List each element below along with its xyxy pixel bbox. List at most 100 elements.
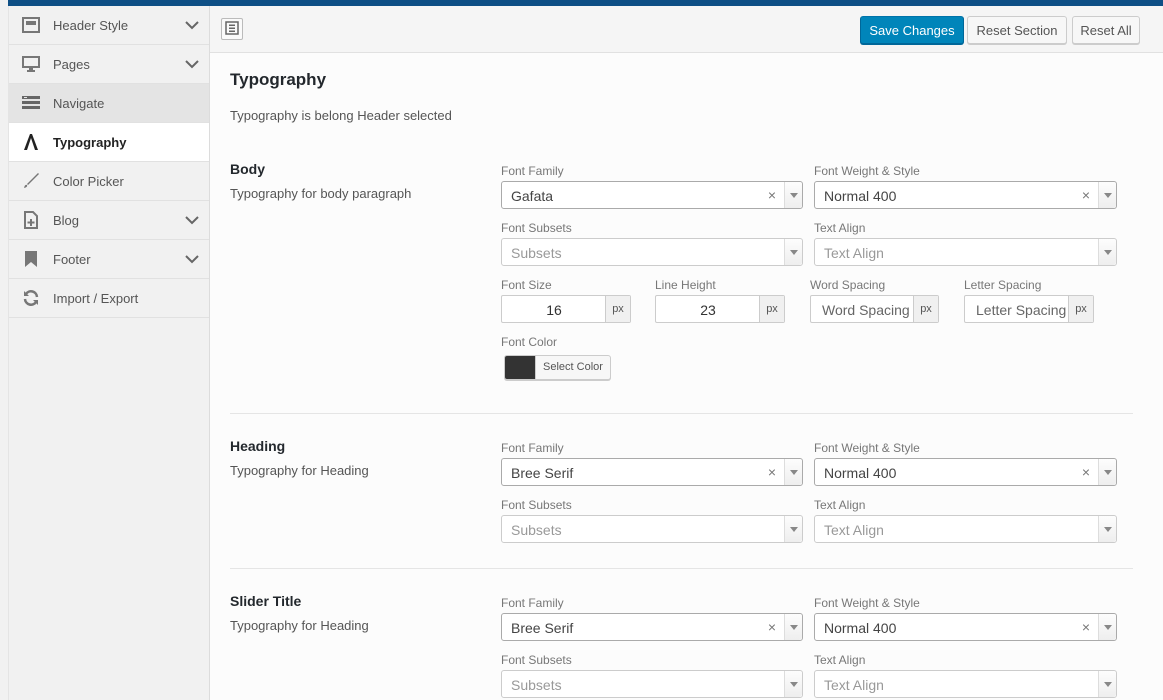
sidebar-item-header-style[interactable]: Header Style	[9, 6, 209, 45]
body-font-subsets-select[interactable]: Subsets	[501, 238, 803, 266]
clear-icon[interactable]: ×	[768, 187, 776, 203]
expand-panel-icon	[225, 20, 239, 38]
font-weight-label: Font Weight & Style	[814, 596, 920, 610]
body-line-height-input[interactable]: 23 px	[655, 295, 785, 323]
section-description: Typography for Heading	[230, 618, 369, 633]
dropdown-arrow-icon[interactable]	[784, 516, 802, 542]
sidebar-item-typography[interactable]: Typography	[9, 123, 209, 162]
slider-title-text-align-select[interactable]: Text Align	[814, 670, 1117, 698]
section-title: Slider Title	[230, 593, 302, 609]
selected-value: Gafata	[511, 188, 554, 204]
sidebar-item-footer[interactable]: Footer	[9, 240, 209, 279]
chevron-down-icon[interactable]	[185, 252, 199, 267]
unit-addon: px	[759, 296, 784, 322]
clear-icon[interactable]: ×	[1082, 619, 1090, 635]
chevron-down-icon[interactable]	[185, 18, 199, 33]
clear-icon[interactable]: ×	[768, 464, 776, 480]
refresh-icon	[21, 288, 41, 308]
sidebar-item-label: Import / Export	[53, 290, 139, 306]
body-font-weight-select[interactable]: Normal 400 ×	[814, 181, 1117, 209]
font-weight-label: Font Weight & Style	[814, 441, 920, 455]
dropdown-arrow-icon[interactable]	[784, 614, 802, 640]
reset-section-button[interactable]: Reset Section	[967, 16, 1067, 44]
expand-options-button[interactable]	[221, 18, 243, 40]
chevron-down-icon[interactable]	[185, 213, 199, 228]
header-layout-icon	[21, 15, 41, 35]
font-size-label: Font Size	[501, 278, 552, 292]
body-font-size-input[interactable]: 16 px	[501, 295, 631, 323]
input-value: 23	[700, 302, 716, 318]
section-description: Typography for Heading	[230, 463, 369, 478]
font-subsets-label: Font Subsets	[501, 653, 572, 667]
options-main-panel: Save Changes Reset Section Reset All Typ…	[210, 6, 1163, 700]
dropdown-arrow-icon[interactable]	[784, 671, 802, 697]
slider-title-font-weight-select[interactable]: Normal 400 ×	[814, 613, 1117, 641]
placeholder-text: Subsets	[511, 245, 562, 261]
sidebar-item-color-picker[interactable]: Color Picker	[9, 162, 209, 201]
dropdown-arrow-icon[interactable]	[784, 239, 802, 265]
sidebar-item-pages[interactable]: Pages	[9, 45, 209, 84]
clear-icon[interactable]: ×	[1082, 187, 1090, 203]
bookmark-icon	[21, 249, 41, 269]
placeholder-text: Text Align	[824, 522, 884, 538]
placeholder-text: Subsets	[511, 522, 562, 538]
slider-title-font-family-select[interactable]: Bree Serif ×	[501, 613, 803, 641]
dropdown-arrow-icon[interactable]	[1098, 459, 1116, 485]
text-align-label: Text Align	[814, 653, 866, 667]
placeholder-text: Word Spacing	[822, 302, 910, 318]
placeholder-text: Letter Spacing	[976, 302, 1067, 318]
text-align-label: Text Align	[814, 498, 866, 512]
font-subsets-label: Font Subsets	[501, 221, 572, 235]
clear-icon[interactable]: ×	[1082, 464, 1090, 480]
reset-all-button[interactable]: Reset All	[1072, 16, 1140, 44]
letter-spacing-label: Letter Spacing	[964, 278, 1042, 292]
font-weight-label: Font Weight & Style	[814, 164, 920, 178]
dropdown-arrow-icon[interactable]	[784, 182, 802, 208]
brush-icon	[21, 171, 41, 191]
page-description: Typography is belong Header selected	[230, 108, 452, 123]
heading-font-subsets-select[interactable]: Subsets	[501, 515, 803, 543]
section-description: Typography for body paragraph	[230, 186, 412, 201]
dropdown-arrow-icon[interactable]	[1098, 182, 1116, 208]
save-changes-button[interactable]: Save Changes	[860, 16, 964, 44]
dropdown-arrow-icon[interactable]	[1098, 516, 1116, 542]
clear-icon[interactable]: ×	[768, 619, 776, 635]
placeholder-text: Subsets	[511, 677, 562, 693]
heading-text-align-select[interactable]: Text Align	[814, 515, 1117, 543]
body-font-family-select[interactable]: Gafata ×	[501, 181, 803, 209]
add-page-icon	[21, 210, 41, 230]
selected-value: Bree Serif	[511, 465, 574, 481]
sidebar-item-label: Pages	[53, 56, 90, 72]
selected-value: Normal 400	[824, 465, 897, 481]
body-word-spacing-input[interactable]: Word Spacing px	[810, 295, 939, 323]
slider-title-font-subsets-select[interactable]: Subsets	[501, 670, 803, 698]
color-swatch	[505, 356, 535, 379]
selected-value: Normal 400	[824, 620, 897, 636]
body-font-color-picker[interactable]: Select Color	[504, 355, 611, 380]
unit-addon: px	[913, 296, 938, 322]
dropdown-arrow-icon[interactable]	[784, 459, 802, 485]
sidebar-item-navigate[interactable]: Navigate	[9, 84, 209, 123]
sidebar-item-blog[interactable]: Blog	[9, 201, 209, 240]
font-family-label: Font Family	[501, 596, 564, 610]
body-letter-spacing-input[interactable]: Letter Spacing px	[964, 295, 1094, 323]
line-height-label: Line Height	[655, 278, 716, 292]
options-toolbar: Save Changes Reset Section Reset All	[210, 6, 1163, 53]
dropdown-arrow-icon[interactable]	[1098, 671, 1116, 697]
heading-font-family-select[interactable]: Bree Serif ×	[501, 458, 803, 486]
section-title: Heading	[230, 438, 286, 454]
sidebar-item-label: Blog	[53, 212, 80, 228]
dropdown-arrow-icon[interactable]	[1098, 614, 1116, 640]
dropdown-arrow-icon[interactable]	[1098, 239, 1116, 265]
selected-value: Bree Serif	[511, 620, 574, 636]
body-text-align-select[interactable]: Text Align	[814, 238, 1117, 266]
chevron-down-icon[interactable]	[185, 57, 199, 72]
sidebar-item-label: Header Style	[53, 17, 129, 33]
heading-font-weight-select[interactable]: Normal 400 ×	[814, 458, 1117, 486]
unit-addon: px	[1068, 296, 1093, 322]
font-family-label: Font Family	[501, 164, 564, 178]
placeholder-text: Text Align	[824, 677, 884, 693]
sidebar-item-import-export[interactable]: Import / Export	[9, 279, 209, 318]
page-title: Typography	[230, 70, 327, 89]
select-color-label: Select Color	[535, 356, 610, 379]
